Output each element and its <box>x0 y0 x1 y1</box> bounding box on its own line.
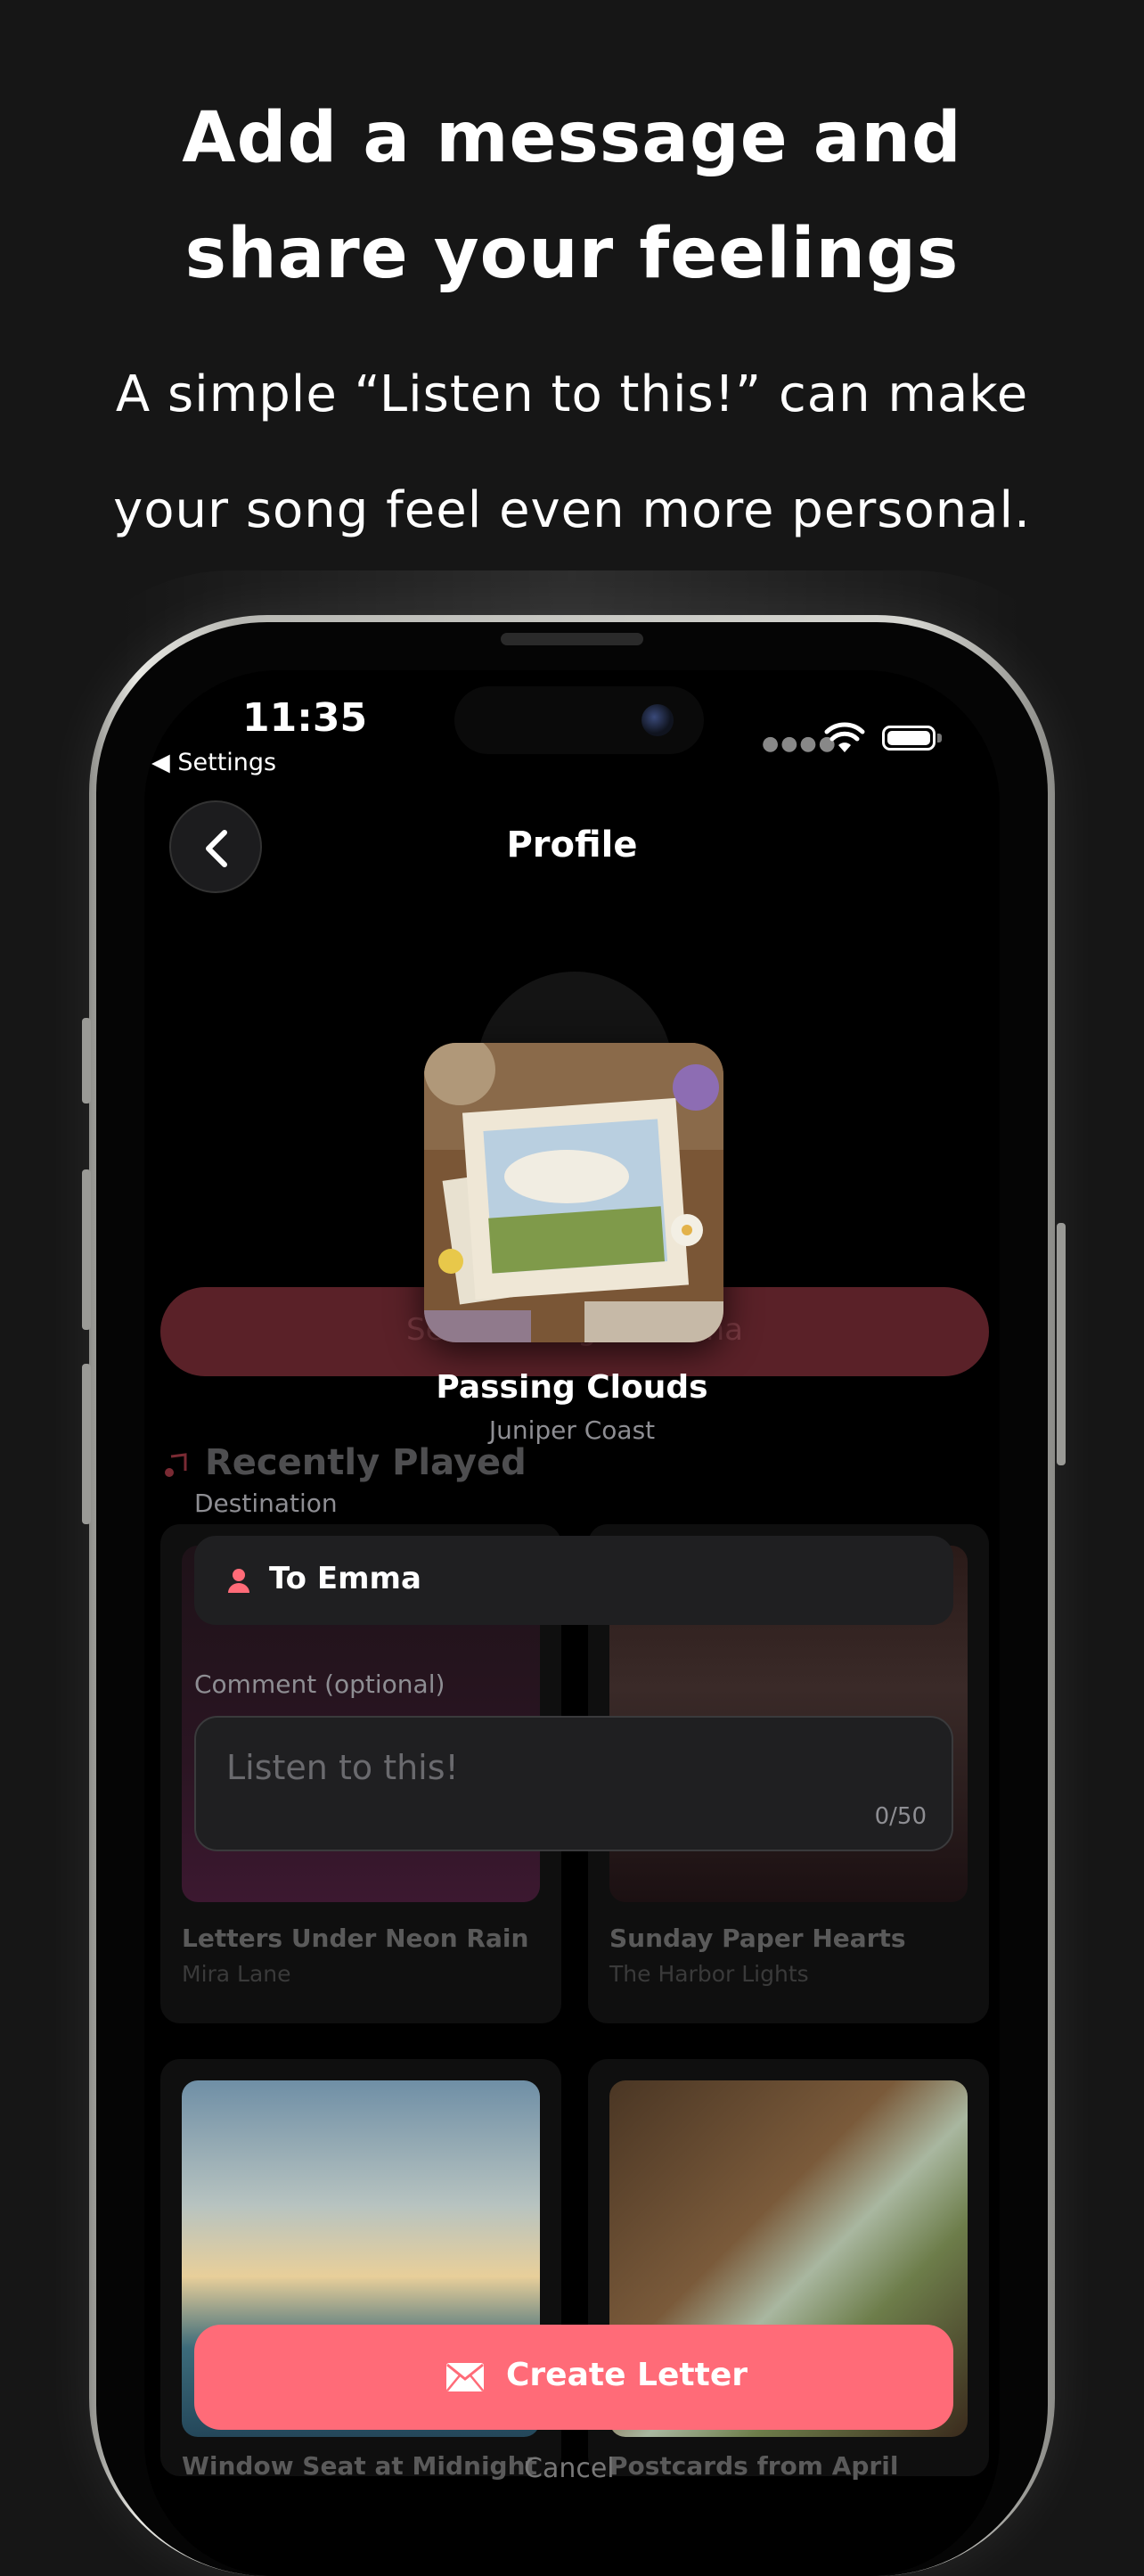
marketing-subheadline: A simple “Listen to this!” can make your… <box>0 337 1144 569</box>
camera-icon <box>641 704 674 736</box>
card-title: Letters Under Neon Rain <box>182 1924 529 1953</box>
cancel-button[interactable]: Cancel <box>524 2453 615 2484</box>
side-button <box>82 1169 91 1330</box>
comment-label: Comment (optional) <box>194 1669 445 1699</box>
card-title: Window Seat at Midnight <box>182 2451 537 2481</box>
subheadline-line-1: A simple “Listen to this!” can make <box>115 365 1029 423</box>
side-button <box>82 1018 91 1103</box>
earpiece-speaker <box>501 633 643 645</box>
card-title: Sunday Paper Hearts <box>609 1924 906 1953</box>
card-title: Postcards from April <box>609 2451 899 2481</box>
destination-label: Destination <box>194 1489 338 1518</box>
person-icon <box>228 1569 249 1593</box>
battery-icon <box>882 726 936 751</box>
song-artist: Juniper Coast <box>488 1415 656 1445</box>
dynamic-island <box>454 686 704 754</box>
envelope-icon <box>446 2363 484 2391</box>
comment-input[interactable] <box>225 1744 852 1791</box>
section-title-recently-played: Recently Played <box>205 1442 527 1483</box>
destination-value: To Emma <box>269 1561 421 1596</box>
character-counter: 0/50 <box>874 1803 927 1830</box>
comment-field[interactable]: 0/50 <box>194 1716 953 1851</box>
wifi-icon <box>824 722 865 752</box>
create-letter-button[interactable]: Create Letter <box>194 2325 953 2430</box>
card-artist: Mira Lane <box>182 1961 291 1987</box>
card-artist: The Harbor Lights <box>609 1961 809 1987</box>
headline-line-2: share your feelings <box>184 214 960 294</box>
artwork-illustration <box>424 1043 723 1342</box>
music-note-icon <box>165 1453 187 1477</box>
page-title: Profile <box>506 824 638 866</box>
status-icons: ●●●● <box>762 722 949 755</box>
marketing-headline: Add a message and share your feelings <box>0 80 1144 312</box>
destination-field[interactable]: To Emma <box>194 1536 953 1625</box>
subheadline-line-2: your song feel even more personal. <box>113 481 1031 539</box>
song-artwork <box>424 1043 723 1342</box>
status-time: 11:35 <box>242 695 368 741</box>
back-to-settings-link[interactable]: ◀ Settings <box>151 749 276 776</box>
create-letter-label: Create Letter <box>506 2357 748 2393</box>
song-title: Passing Clouds <box>436 1369 708 1406</box>
back-to-settings-label: Settings <box>177 749 277 776</box>
headline-line-1: Add a message and <box>182 98 962 178</box>
